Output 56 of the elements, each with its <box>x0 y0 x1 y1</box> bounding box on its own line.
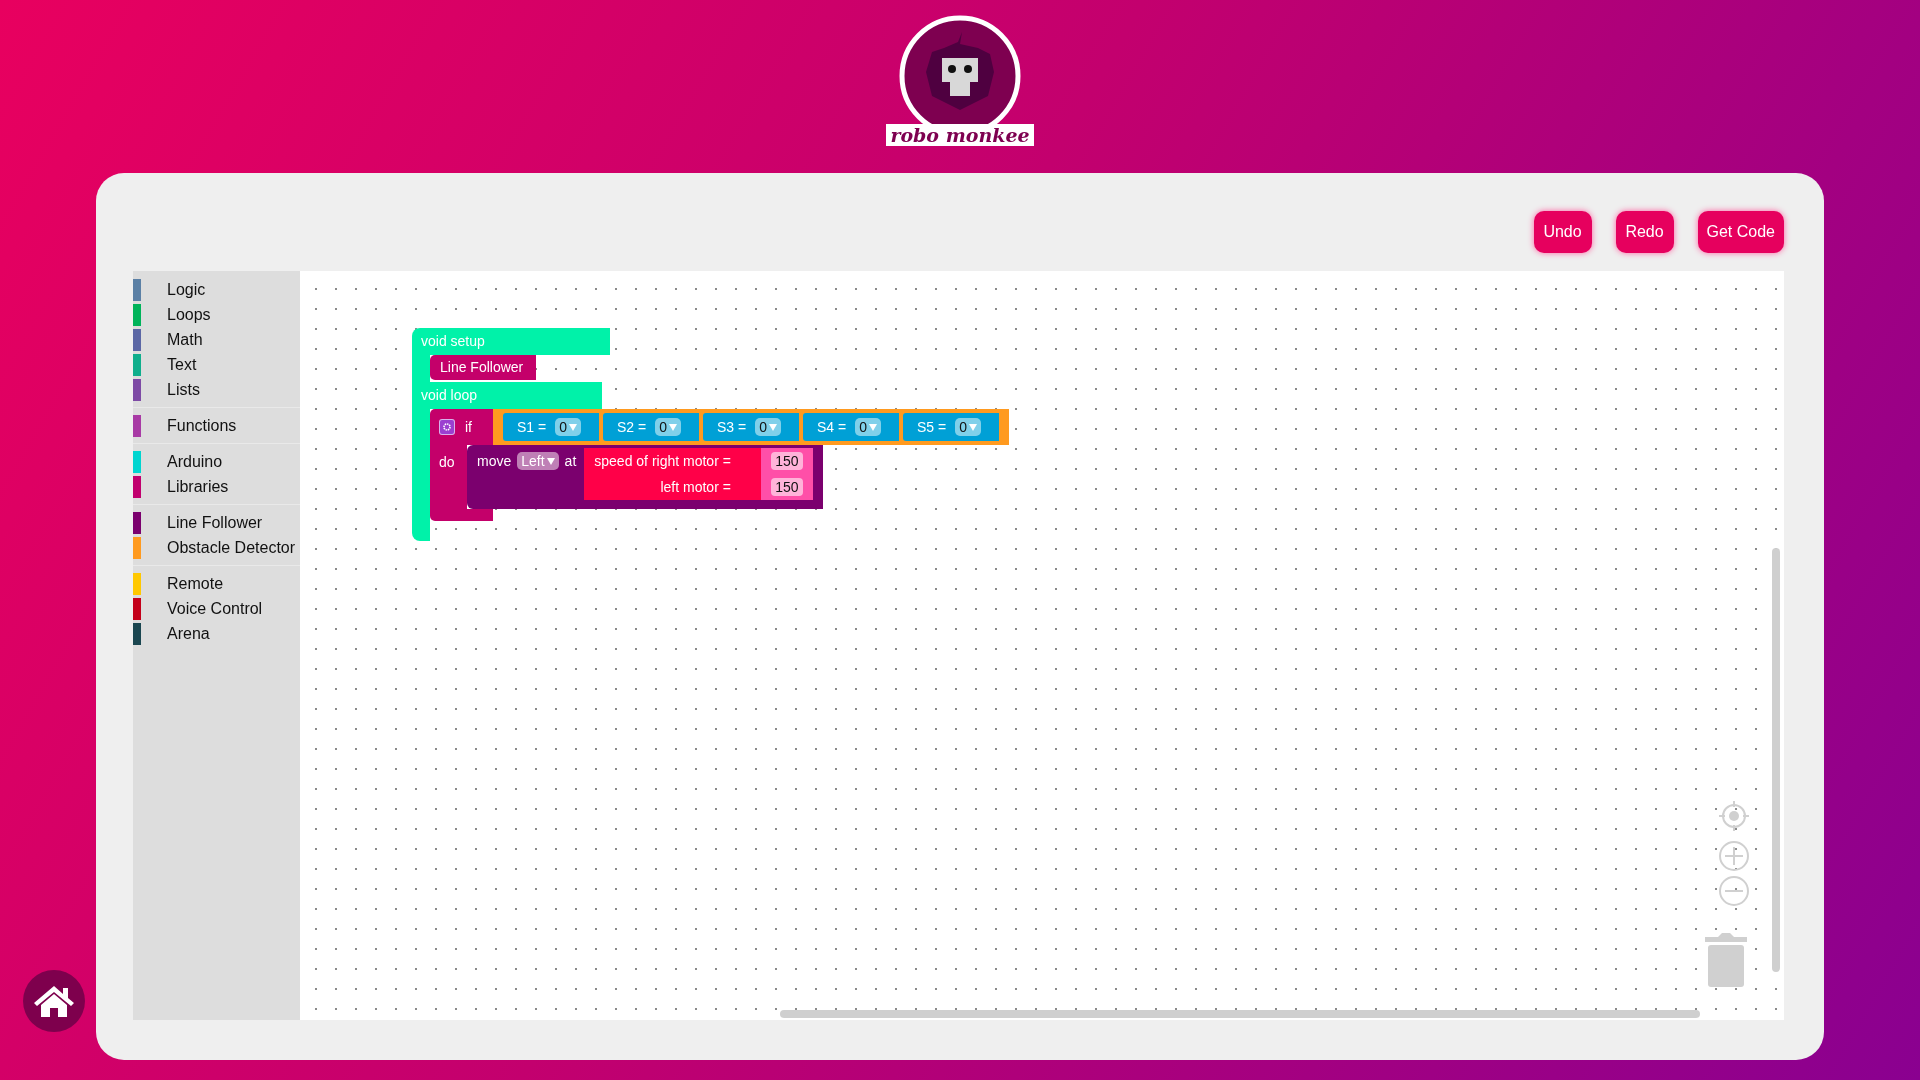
speed-value-field[interactable]: 150 <box>771 452 803 470</box>
toolbox-category[interactable]: Functions <box>133 413 300 438</box>
sensor-block[interactable]: S2 = 0 <box>603 413 699 441</box>
move-label: move <box>477 451 512 471</box>
caret-icon[interactable] <box>869 423 877 431</box>
condition-group-block[interactable]: S1 = 0 S2 = 0 S3 = 0 S4 = 0 S5 = 0 <box>493 409 1009 445</box>
vertical-scrollbar[interactable] <box>1772 548 1780 972</box>
logo-text: robo monkee <box>886 124 1034 146</box>
toolbox-category[interactable]: Voice Control <box>133 596 300 621</box>
motor-speed-label: left motor = <box>660 477 731 497</box>
home-icon[interactable] <box>23 970 85 1032</box>
zoom-out-icon[interactable] <box>1718 875 1750 907</box>
sensor-value-dropdown[interactable]: 0 <box>855 418 881 436</box>
toolbar-button[interactable]: Redo <box>1615 211 1674 253</box>
trash-icon[interactable] <box>1705 932 1747 988</box>
if-block[interactable]: if <box>430 409 493 445</box>
toolbox-category[interactable]: Logic <box>133 277 300 302</box>
toolbox-category[interactable]: Math <box>133 327 300 352</box>
toolbox-category[interactable]: Arduino <box>133 449 300 474</box>
toolbox-category[interactable]: Remote <box>133 571 300 596</box>
horizontal-scrollbar[interactable] <box>780 1010 1700 1018</box>
motor-speed-label: speed of right motor = <box>594 451 731 471</box>
caret-icon[interactable] <box>669 423 677 431</box>
sensor-value-dropdown[interactable]: 0 <box>655 418 681 436</box>
loop-block-header: void loop <box>412 382 602 409</box>
at-label: at <box>564 451 577 471</box>
motor-speed-block[interactable]: speed of right motor = 150 left motor = 150 <box>584 448 813 500</box>
sensor-block[interactable]: S3 = 0 <box>703 413 799 441</box>
caret-icon[interactable] <box>569 423 577 431</box>
line-follower-block[interactable]: Line Follower <box>430 355 536 380</box>
do-keyword: do <box>439 453 456 472</box>
sensor-value-dropdown[interactable]: 0 <box>755 418 781 436</box>
if-keyword: if <box>465 417 472 437</box>
sensor-value-dropdown[interactable]: 0 <box>955 418 981 436</box>
sensor-block[interactable]: S1 = 0 <box>503 413 599 441</box>
caret-icon[interactable] <box>546 457 555 465</box>
toolbox-category[interactable]: Libraries <box>133 474 300 499</box>
gear-icon[interactable] <box>439 419 455 435</box>
move-block[interactable]: move Left at speed of right motor = 150 left motor = 150 <box>467 445 823 509</box>
caret-icon[interactable] <box>769 423 777 431</box>
speed-value-field[interactable]: 150 <box>771 478 803 496</box>
caret-icon[interactable] <box>969 423 977 431</box>
toolbox-category[interactable]: Obstacle Detector <box>133 535 300 560</box>
sensor-block[interactable]: S4 = 0 <box>803 413 899 441</box>
toolbar-button[interactable]: Undo <box>1533 211 1592 253</box>
toolbox-category[interactable]: Text <box>133 352 300 377</box>
setup-block-header: void setup <box>412 328 610 355</box>
recenter-icon[interactable] <box>1718 800 1750 832</box>
sensor-value-dropdown[interactable]: 0 <box>555 418 581 436</box>
toolbox-category[interactable]: Line Follower <box>133 510 300 535</box>
zoom-in-icon[interactable] <box>1718 840 1750 872</box>
toolbox-category[interactable]: Lists <box>133 377 300 402</box>
toolbox-category[interactable]: Loops <box>133 302 300 327</box>
sensor-block[interactable]: S5 = 0 <box>903 413 999 441</box>
toolbar-button[interactable]: Get Code <box>1697 211 1784 253</box>
toolbox-category[interactable]: Arena <box>133 621 300 646</box>
